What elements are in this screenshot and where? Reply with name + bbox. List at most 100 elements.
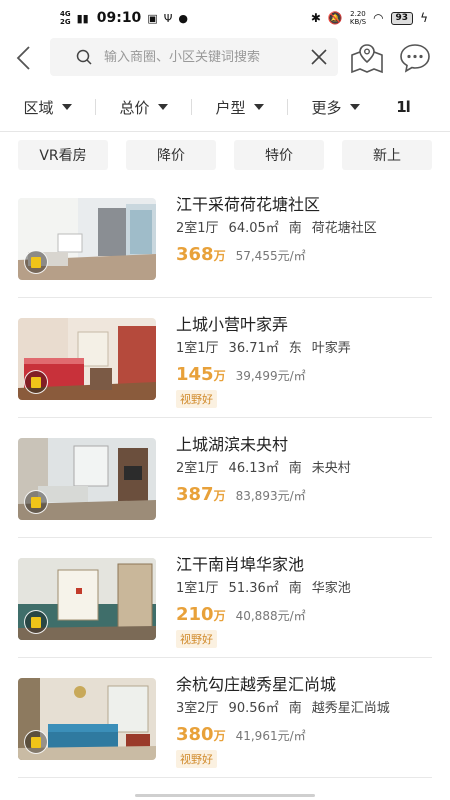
- listing-item[interactable]: 余杭勾庄越秀星汇尚城 3室2厅 90.56㎡ 南 越秀星汇尚城 380万 41,…: [18, 658, 432, 778]
- filter-label: 总价: [119, 98, 150, 117]
- app-notification-icon: ▣: [147, 11, 158, 25]
- listing-title: 江干南肖埠华家池: [176, 555, 305, 574]
- search-bar[interactable]: [50, 38, 338, 76]
- listing-photo: [18, 198, 156, 280]
- price-unit: 万: [213, 249, 226, 263]
- listing-photo: [18, 438, 156, 520]
- listing-title: 江干采荷荷花塘社区: [176, 195, 321, 214]
- listing-orientation: 南: [288, 461, 302, 476]
- map-button[interactable]: [350, 41, 384, 75]
- battery-indicator: 93: [390, 11, 414, 25]
- listing-unit-price: 40,888元/㎡: [235, 609, 306, 623]
- status-time: 09:10: [96, 10, 142, 26]
- listing-area: 51.36㎡: [228, 581, 279, 596]
- filter-label: 户型: [215, 98, 246, 117]
- filter-layout[interactable]: 户型: [192, 90, 287, 124]
- filter-divider-line: [0, 131, 450, 132]
- chevron-left-icon: [16, 46, 30, 70]
- price-value: 387: [176, 484, 214, 505]
- vr-badge-icon: [24, 250, 48, 274]
- listing-layout: 1室1厅: [176, 341, 219, 356]
- bluetooth-icon: ✱: [310, 11, 321, 25]
- back-button[interactable]: [0, 38, 48, 78]
- listing-item[interactable]: 上城湖滨未央村 2室1厅 46.13㎡ 南 未央村 387万 83,893元/㎡: [18, 418, 432, 538]
- listing-item[interactable]: 江干采荷荷花塘社区 2室1厅 64.05㎡ 南 荷花塘社区 368万 57,45…: [18, 178, 432, 298]
- map-pin-icon: [351, 44, 383, 74]
- vr-badge-icon: [24, 490, 48, 514]
- network-speed-unit: KB/S: [349, 18, 367, 26]
- filter-bar: 区域 总价 户型 更多 1l: [0, 90, 450, 124]
- listing-layout: 2室1厅: [176, 461, 219, 476]
- listing-title: 上城小营叶家弄: [176, 315, 289, 334]
- sort-button[interactable]: 1l: [383, 98, 423, 116]
- chip-new-listing[interactable]: 新上: [342, 140, 432, 170]
- listing-tag: 视野好: [176, 630, 217, 648]
- listing-price: 387万: [176, 484, 226, 505]
- listing-community: 叶家弄: [311, 341, 351, 356]
- listing-title: 上城湖滨未央村: [176, 435, 289, 454]
- listing-orientation: 南: [288, 581, 302, 596]
- listing-area: 46.13㎡: [228, 461, 279, 476]
- listing-price: 145万: [176, 364, 226, 385]
- listing-meta: 2室1厅 46.13㎡ 南 未央村: [176, 460, 436, 478]
- listing-layout: 1室1厅: [176, 581, 219, 596]
- caret-down-icon: [157, 104, 168, 110]
- message-button[interactable]: [398, 41, 432, 75]
- wifi-icon: ◠: [373, 11, 384, 25]
- network-speed-value: 2.20: [350, 10, 366, 18]
- search-icon: [76, 49, 92, 65]
- listing-photo: [18, 318, 156, 400]
- filter-region[interactable]: 区域: [0, 90, 95, 124]
- filter-total-price[interactable]: 总价: [96, 90, 191, 124]
- vr-badge-icon: [24, 730, 48, 754]
- search-input[interactable]: [104, 49, 310, 65]
- home-indicator[interactable]: [135, 794, 315, 797]
- listing-photo: [18, 678, 156, 760]
- listing-item[interactable]: 江干南肖埠华家池 1室1厅 51.36㎡ 南 华家池 210万 40,888元/…: [18, 538, 432, 658]
- listing-price: 368万: [176, 244, 226, 265]
- listing-orientation: 南: [288, 701, 302, 716]
- price-value: 210: [176, 604, 214, 625]
- price-unit: 万: [213, 729, 226, 743]
- price-unit: 万: [213, 369, 226, 383]
- filter-more[interactable]: 更多: [288, 90, 383, 124]
- listing-title: 余杭勾庄越秀星汇尚城: [176, 675, 337, 694]
- listing-unit-price: 39,499元/㎡: [235, 369, 306, 383]
- network-speed: 2.20 KB/S: [350, 10, 366, 26]
- mute-icon: 🔕: [327, 11, 343, 25]
- listing-item[interactable]: 上城小营叶家弄 1室1厅 36.71㎡ 东 叶家弄 145万 39,499元/㎡…: [18, 298, 432, 418]
- clear-icon[interactable]: [310, 48, 328, 66]
- listing-meta: 3室2厅 90.56㎡ 南 越秀星汇尚城: [176, 700, 436, 718]
- listing-price: 380万: [176, 724, 226, 745]
- listing-area: 64.05㎡: [228, 221, 279, 236]
- listing-community: 未央村: [311, 461, 351, 476]
- chip-price-drop[interactable]: 降价: [126, 140, 216, 170]
- listing-price: 210万: [176, 604, 226, 625]
- listing-area: 90.56㎡: [228, 701, 279, 716]
- listing-community: 华家池: [311, 581, 351, 596]
- caret-down-icon: [61, 104, 72, 110]
- listing-unit-price: 83,893元/㎡: [235, 489, 306, 503]
- price-value: 145: [176, 364, 214, 385]
- listing-layout: 3室2厅: [176, 701, 219, 716]
- filter-label: 更多: [311, 98, 342, 117]
- listing-meta: 1室1厅 51.36㎡ 南 华家池: [176, 580, 436, 598]
- caret-down-icon: [349, 104, 360, 110]
- nfc-icon: ●: [178, 11, 188, 25]
- price-unit: 万: [213, 609, 226, 623]
- status-bar: 4G 2G ▮▮ 09:10 ▣ Ψ ● ✱ 🔕 2.20 KB/S ◠ 93 …: [0, 0, 450, 36]
- listing-community: 荷花塘社区: [311, 221, 377, 236]
- charging-icon: ϟ: [420, 11, 428, 25]
- listing-community: 越秀星汇尚城: [311, 701, 390, 716]
- listing-tag: 视野好: [176, 750, 217, 768]
- chat-bubble-icon: [400, 44, 430, 73]
- listing-orientation: 东: [288, 341, 302, 356]
- listing-meta: 2室1厅 64.05㎡ 南 荷花塘社区: [176, 220, 436, 238]
- listing-unit-price: 41,961元/㎡: [235, 729, 306, 743]
- chip-special-price[interactable]: 特价: [234, 140, 324, 170]
- price-value: 368: [176, 244, 214, 265]
- caret-down-icon: [253, 104, 264, 110]
- listing-tag: 视野好: [176, 390, 217, 408]
- chip-vr[interactable]: VR看房: [18, 140, 108, 170]
- vr-badge-icon: [24, 370, 48, 394]
